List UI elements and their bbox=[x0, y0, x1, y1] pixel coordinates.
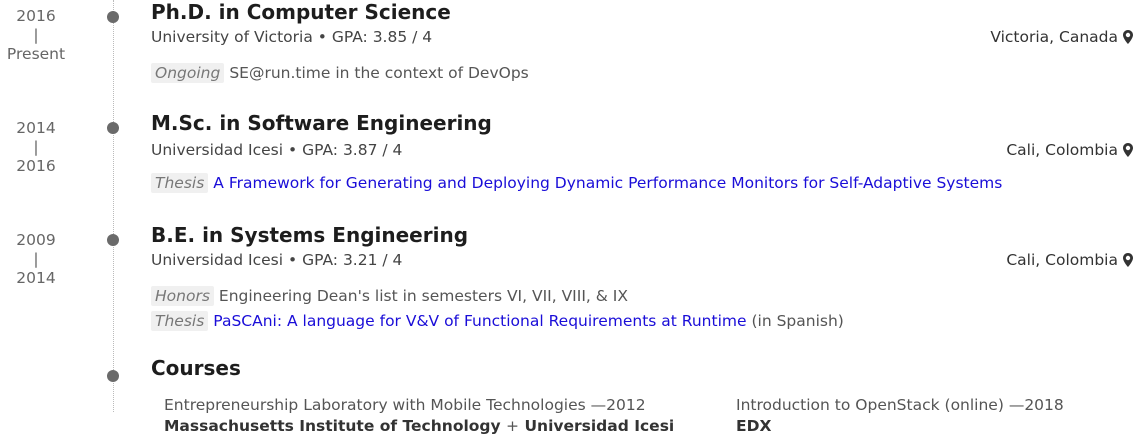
location: Cali, Colombia bbox=[1006, 140, 1133, 160]
separator-dot: • bbox=[317, 28, 327, 46]
thesis-link[interactable]: PaSCAni: A language for V&V of Functiona… bbox=[213, 312, 746, 330]
gpa: GPA: 3.21 / 4 bbox=[302, 251, 403, 269]
institution-line: Universidad Icesi • GPA: 3.87 / 4 bbox=[151, 140, 402, 160]
degree-title: Ph.D. in Computer Science bbox=[151, 0, 451, 24]
plus-separator: + bbox=[506, 417, 520, 435]
institution-name: Universidad Icesi bbox=[151, 251, 284, 269]
course-org-primary: EDX bbox=[736, 417, 772, 435]
timeline-line bbox=[113, 0, 114, 412]
institution-name: University of Victoria bbox=[151, 28, 313, 46]
institution-name: Universidad Icesi bbox=[151, 141, 284, 159]
note-thesis: Thesis A Framework for Generating and Dep… bbox=[151, 173, 1002, 193]
course-title: Entrepreneurship Laboratory with Mobile … bbox=[164, 396, 646, 414]
date-end: Present bbox=[6, 45, 66, 63]
date-end: 2014 bbox=[16, 269, 56, 287]
degree-title: B.E. in Systems Engineering bbox=[151, 223, 469, 247]
thesis-link[interactable]: A Framework for Generating and Deploying… bbox=[213, 174, 1002, 192]
map-marker-icon bbox=[1123, 30, 1133, 44]
note-ongoing: Ongoing SE@run.time in the context of Dev… bbox=[151, 63, 529, 83]
degree-title: M.Sc. in Software Engineering bbox=[151, 111, 492, 135]
map-marker-icon bbox=[1123, 253, 1133, 267]
entry-dates: 2016 | Present bbox=[0, 7, 72, 64]
map-marker-icon bbox=[1123, 143, 1133, 157]
note-honors: Honors Engineering Dean's list in semeste… bbox=[151, 286, 628, 306]
note-tag: Honors bbox=[151, 286, 214, 306]
separator-dot: • bbox=[288, 251, 298, 269]
note-suffix: (in Spanish) bbox=[751, 312, 844, 330]
timeline-dot bbox=[107, 234, 119, 246]
note-tag: Thesis bbox=[151, 311, 209, 331]
institution-line: University of Victoria • GPA: 3.85 / 4 bbox=[151, 27, 432, 47]
note-thesis: Thesis PaSCAni: A language for V&V of Fun… bbox=[151, 311, 844, 331]
timeline-dot bbox=[107, 370, 119, 382]
note-tag: Ongoing bbox=[151, 63, 225, 83]
gpa: GPA: 3.87 / 4 bbox=[302, 141, 403, 159]
location-text: Cali, Colombia bbox=[1006, 251, 1118, 269]
course-organization: EDX bbox=[736, 416, 771, 436]
date-end: 2016 bbox=[16, 157, 56, 175]
note-tag: Thesis bbox=[151, 173, 209, 193]
date-separator: | bbox=[33, 250, 39, 268]
location-text: Victoria, Canada bbox=[990, 28, 1118, 46]
timeline-dot bbox=[107, 11, 119, 23]
date-start: 2009 bbox=[16, 231, 56, 249]
date-separator: | bbox=[33, 138, 39, 156]
date-start: 2016 bbox=[16, 7, 56, 25]
course-org-primary: Massachusetts Institute of Technology bbox=[164, 417, 501, 435]
date-start: 2014 bbox=[16, 119, 56, 137]
location: Victoria, Canada bbox=[990, 27, 1133, 47]
course-organization: Massachusetts Institute of Technology + … bbox=[164, 416, 674, 436]
separator-dot: • bbox=[288, 141, 298, 159]
location-text: Cali, Colombia bbox=[1006, 141, 1118, 159]
entry-dates: 2014 | 2016 bbox=[0, 119, 72, 176]
course-title: Introduction to OpenStack (online) —2018 bbox=[736, 396, 1064, 414]
courses-heading: Courses bbox=[151, 356, 241, 380]
institution-line: Universidad Icesi • GPA: 3.21 / 4 bbox=[151, 250, 402, 270]
entry-dates: 2009 | 2014 bbox=[0, 231, 72, 288]
date-separator: | bbox=[33, 26, 39, 44]
gpa: GPA: 3.85 / 4 bbox=[331, 28, 433, 46]
timeline-dot bbox=[107, 122, 119, 134]
location: Cali, Colombia bbox=[1006, 250, 1133, 270]
note-text: SE@run.time in the context of DevOps bbox=[229, 64, 529, 82]
course-org-secondary: Universidad Icesi bbox=[524, 417, 675, 435]
note-text: Engineering Dean's list in semesters VI,… bbox=[218, 287, 628, 305]
